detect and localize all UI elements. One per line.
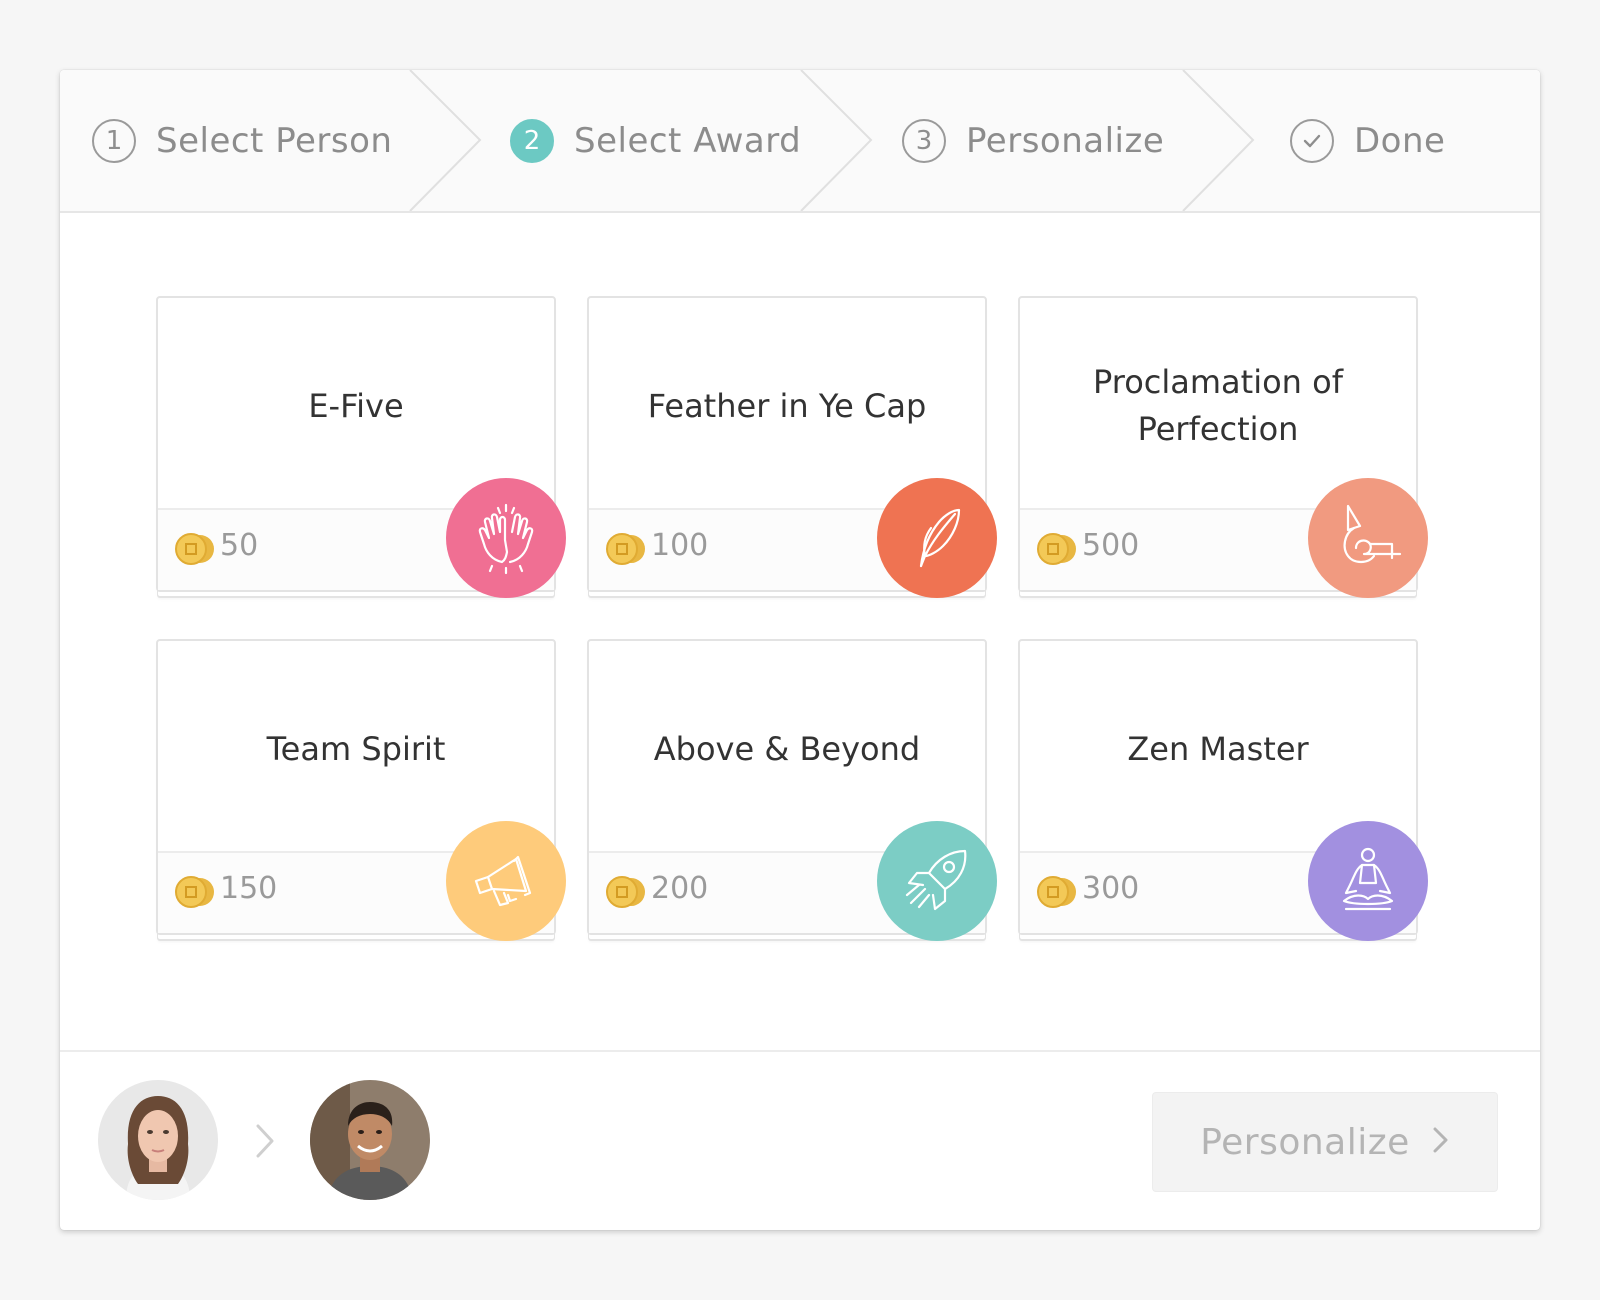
horn-icon bbox=[1308, 478, 1428, 598]
award-name: Proclamation of Perfection bbox=[1093, 363, 1343, 448]
avatar-man[interactable] bbox=[310, 1080, 430, 1200]
coin-icon bbox=[1037, 533, 1076, 565]
wizard-stepper: 1 Select Person 2 Select Award 3 Persona… bbox=[60, 70, 1540, 213]
award-card-proclamation-of-perfection[interactable]: Proclamation of Perfection 500 bbox=[1018, 296, 1428, 598]
step-done[interactable]: Done bbox=[1290, 70, 1445, 211]
feather-icon bbox=[877, 478, 997, 598]
personalize-button-label: Personalize bbox=[1200, 1121, 1410, 1163]
award-card-e-five[interactable]: E-Five 50 bbox=[156, 296, 566, 598]
award-name: Above & Beyond bbox=[653, 729, 921, 768]
award-name: Zen Master bbox=[1127, 729, 1309, 768]
step-number: 3 bbox=[902, 118, 946, 163]
coin-icon bbox=[606, 533, 645, 565]
step-number: 2 bbox=[510, 118, 554, 163]
coin-icon bbox=[1037, 876, 1076, 908]
coin-icon bbox=[175, 876, 214, 908]
award-points: 150 bbox=[220, 871, 278, 906]
avatar-woman[interactable] bbox=[98, 1080, 218, 1200]
award-points: 50 bbox=[220, 528, 259, 563]
chevron-right-icon bbox=[1432, 1122, 1450, 1163]
coin-icon bbox=[175, 533, 214, 565]
step-number: 1 bbox=[92, 118, 136, 163]
check-icon bbox=[1290, 118, 1334, 163]
megaphone-icon bbox=[446, 821, 566, 941]
step-label: Select Award bbox=[574, 120, 802, 161]
step-label: Personalize bbox=[966, 120, 1165, 161]
award-points: 200 bbox=[651, 871, 709, 906]
wizard-footer: Personalize bbox=[60, 1050, 1540, 1230]
step-select-award[interactable]: 2 Select Award bbox=[510, 70, 801, 211]
award-card-above-and-beyond[interactable]: Above & Beyond 200 bbox=[587, 639, 997, 941]
award-name: Feather in Ye Cap bbox=[647, 386, 927, 425]
personalize-button[interactable]: Personalize bbox=[1152, 1092, 1498, 1192]
step-label: Done bbox=[1354, 120, 1446, 161]
step-personalize[interactable]: 3 Personalize bbox=[902, 70, 1164, 211]
coin-icon bbox=[606, 876, 645, 908]
award-name: E-Five bbox=[308, 386, 404, 425]
award-card-zen-master[interactable]: Zen Master 300 bbox=[1018, 639, 1428, 941]
award-points: 300 bbox=[1082, 871, 1140, 906]
meditation-icon bbox=[1308, 821, 1428, 941]
award-card-team-spirit[interactable]: Team Spirit 150 bbox=[156, 639, 566, 941]
award-name: Team Spirit bbox=[266, 729, 446, 768]
chevron-right-icon bbox=[256, 1124, 274, 1158]
award-points: 100 bbox=[651, 528, 709, 563]
step-label: Select Person bbox=[156, 120, 393, 161]
award-card-feather-in-ye-cap[interactable]: Feather in Ye Cap 100 bbox=[587, 296, 997, 598]
rocket-icon bbox=[877, 821, 997, 941]
award-points: 500 bbox=[1082, 528, 1140, 563]
step-select-person[interactable]: 1 Select Person bbox=[92, 70, 392, 211]
award-wizard-dialog: 1 Select Person 2 Select Award 3 Persona… bbox=[60, 70, 1540, 1230]
high-five-icon bbox=[446, 478, 566, 598]
